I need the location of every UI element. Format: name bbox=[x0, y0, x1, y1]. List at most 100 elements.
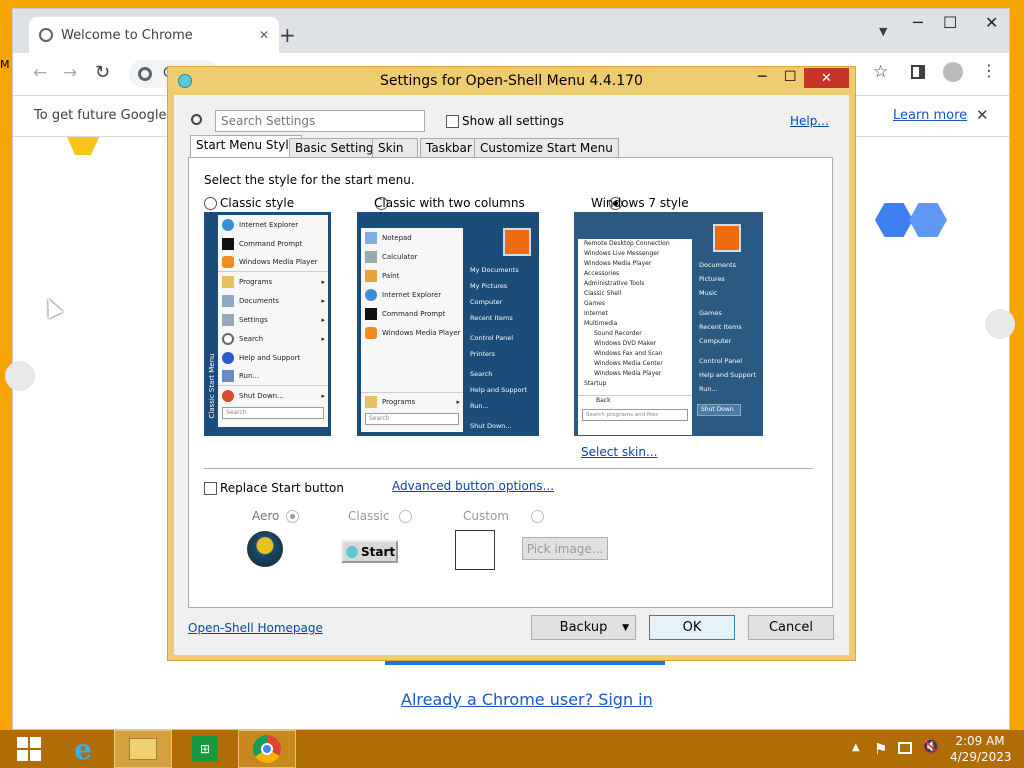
two-columns-label: Classic with two columns bbox=[374, 196, 525, 210]
divider bbox=[204, 468, 813, 469]
action-center-flag-icon[interactable]: ⚑ bbox=[874, 740, 887, 758]
classic-style-radio[interactable] bbox=[204, 197, 217, 210]
select-skin-link[interactable]: Select skin... bbox=[581, 445, 657, 459]
menu-item: Pictures bbox=[699, 275, 725, 283]
menu-item: My Documents bbox=[470, 266, 519, 274]
menu-item: Notepad bbox=[361, 228, 463, 247]
chrome-icon bbox=[253, 735, 281, 763]
decorative-shape bbox=[875, 203, 913, 237]
classic-style-preview[interactable]: Internet Explorer Command Prompt Windows… bbox=[204, 212, 331, 436]
chevron-down-icon: ▼ bbox=[622, 622, 629, 633]
forward-icon[interactable]: → bbox=[63, 63, 77, 83]
menu-item: Programs ▸ bbox=[361, 392, 463, 411]
help-link[interactable]: Help... bbox=[790, 114, 829, 128]
preview-search-box: Search programs and files bbox=[582, 409, 688, 421]
infobar-text: To get future Google Ch bbox=[34, 108, 188, 123]
menu-item: Command Prompt bbox=[218, 234, 328, 253]
advanced-button-options-link[interactable]: Advanced button options... bbox=[392, 479, 554, 493]
documents-icon bbox=[222, 294, 234, 307]
taskbar-store[interactable]: ⊞ bbox=[176, 730, 234, 768]
bookmark-star-icon[interactable]: ☆ bbox=[873, 62, 888, 82]
shutdown-button: Shut Down bbox=[697, 404, 741, 416]
replace-start-checkbox[interactable] bbox=[204, 482, 217, 495]
tab-search-icon[interactable]: ▼ bbox=[879, 25, 887, 38]
backup-button[interactable]: Backup ▼ bbox=[531, 615, 636, 640]
windows7-preview[interactable]: Remote Desktop Connection Windows Live M… bbox=[574, 212, 763, 436]
chevron-right-icon: ▸ bbox=[321, 315, 325, 324]
side-panel-icon[interactable] bbox=[911, 65, 925, 79]
custom-label: Custom bbox=[463, 509, 509, 523]
classic-menu-sidebar-text: Classic Start Menu bbox=[208, 353, 216, 419]
two-col-right-list: My Documents My Pictures Computer Recent… bbox=[464, 262, 538, 434]
menu-item: Windows DVD Maker bbox=[594, 340, 657, 347]
menu-item: Shut Down... bbox=[470, 422, 512, 430]
pick-image-button[interactable]: Pick image... bbox=[522, 537, 608, 560]
decorative-shape bbox=[985, 309, 1015, 339]
search-settings-input[interactable] bbox=[215, 110, 425, 132]
menu-item: Windows Media Player bbox=[218, 253, 328, 272]
tab-taskbar[interactable]: Taskbar bbox=[420, 138, 478, 159]
store-icon: ⊞ bbox=[192, 736, 218, 762]
tab-customize-start-menu[interactable]: Customize Start Menu bbox=[474, 138, 619, 159]
cancel-button[interactable]: Cancel bbox=[748, 615, 834, 640]
menu-item: Windows Media Center bbox=[594, 360, 663, 367]
menu-item: Computer bbox=[699, 337, 732, 345]
menu-icon[interactable]: ⋮ bbox=[981, 61, 997, 80]
browser-tab[interactable]: Welcome to Chrome ✕ bbox=[29, 17, 279, 53]
classic-style-label: Classic style bbox=[220, 196, 295, 210]
chevron-right-icon: ▸ bbox=[321, 391, 325, 400]
menu-item: Recent Items bbox=[699, 323, 742, 331]
notepad-icon bbox=[365, 231, 377, 244]
learn-more-link[interactable]: Learn more bbox=[893, 108, 967, 123]
clock-date: 4/29/2023 bbox=[950, 750, 1012, 764]
chevron-right-icon: ▸ bbox=[321, 334, 325, 343]
ok-button[interactable]: OK bbox=[649, 615, 735, 640]
profile-avatar[interactable] bbox=[943, 62, 963, 82]
menu-item: Help and Support bbox=[218, 348, 328, 367]
menu-item: Paint bbox=[361, 266, 463, 285]
reload-icon[interactable]: ↻ bbox=[95, 62, 110, 83]
dialog-titlebar[interactable]: Settings for Open-Shell Menu 4.4.170 ─ ☐… bbox=[168, 67, 855, 95]
show-hidden-icons[interactable]: ▲ bbox=[852, 742, 860, 753]
maximize-icon[interactable]: ☐ bbox=[943, 13, 957, 32]
dialog-minimize-icon[interactable]: ─ bbox=[758, 69, 766, 85]
menu-item: Startup bbox=[584, 380, 607, 387]
show-all-checkbox[interactable] bbox=[446, 115, 459, 128]
shutdown-icon bbox=[222, 389, 234, 402]
taskbar-chrome[interactable] bbox=[238, 730, 296, 768]
dialog-maximize-icon[interactable]: ☐ bbox=[784, 69, 797, 85]
taskbar-file-explorer[interactable] bbox=[114, 730, 172, 768]
two-columns-preview[interactable]: Notepad Calculator Paint Internet Explor… bbox=[357, 212, 539, 436]
chrome-icon bbox=[138, 67, 152, 81]
menu-item: Windows Live Messenger bbox=[584, 250, 660, 257]
shell-app-icon bbox=[178, 74, 192, 88]
new-tab-icon[interactable]: + bbox=[279, 23, 296, 47]
menu-item: Recent Items bbox=[470, 314, 513, 322]
close-tab-icon[interactable]: ✕ bbox=[259, 28, 269, 42]
menu-item: Calculator bbox=[361, 247, 463, 266]
menu-item: Windows Media Player bbox=[361, 323, 463, 342]
menu-item: Printers bbox=[470, 350, 496, 358]
menu-item: Games bbox=[584, 300, 605, 307]
homepage-link[interactable]: Open-Shell Homepage bbox=[188, 621, 323, 635]
custom-image-box bbox=[455, 530, 495, 570]
sign-in-link[interactable]: Already a Chrome user? Sign in bbox=[401, 690, 653, 709]
start-label: Start bbox=[361, 544, 396, 559]
menu-item: Internet Explorer bbox=[218, 215, 328, 234]
infobar-close-icon[interactable]: ✕ bbox=[976, 106, 989, 124]
start-button[interactable] bbox=[0, 730, 58, 768]
search-icon bbox=[222, 332, 234, 345]
tab-skin[interactable]: Skin bbox=[372, 138, 418, 159]
back-icon[interactable]: ← bbox=[33, 63, 47, 83]
dialog-close-button[interactable]: ✕ bbox=[804, 68, 849, 88]
clock[interactable]: 2:09 AM 4/29/2023 bbox=[950, 733, 1012, 765]
tab-start-menu-style[interactable]: Start Menu Style bbox=[190, 135, 303, 159]
close-window-icon[interactable]: ✕ bbox=[985, 13, 998, 32]
network-icon[interactable] bbox=[898, 742, 912, 754]
w7-right-list: Documents Pictures Music Games Recent It… bbox=[693, 258, 763, 416]
dialog-title: Settings for Open-Shell Menu 4.4.170 bbox=[380, 73, 643, 89]
taskbar-internet-explorer[interactable]: e bbox=[54, 730, 112, 768]
volume-muted-icon[interactable]: 🔇 bbox=[922, 739, 939, 755]
minimize-icon[interactable]: ─ bbox=[913, 13, 923, 32]
decorative-shape bbox=[909, 203, 947, 237]
